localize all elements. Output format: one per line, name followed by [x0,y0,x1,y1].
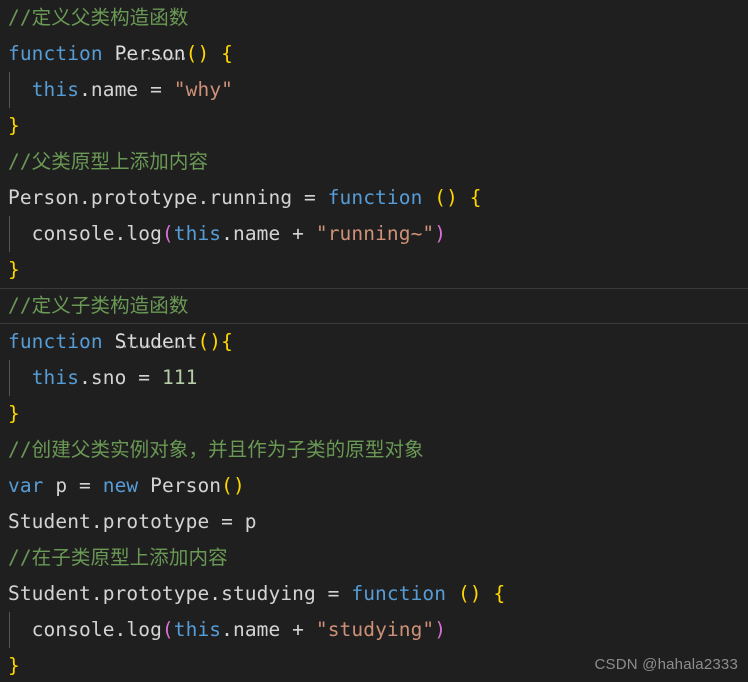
code-token: () [185,42,210,65]
code-token: //创建父类实例对象，并且作为子类的原型对象 [8,438,424,461]
code-token: ) [434,222,447,245]
code-token: console.log [8,618,162,641]
code-token: this [31,366,80,389]
code-line[interactable]: this.name = "why" [0,72,748,108]
code-token: .sno = [79,366,162,389]
code-token: Person [114,42,186,65]
code-token: function [8,330,103,353]
code-token: .name + [221,618,316,641]
code-line[interactable]: //定义子类构造函数 [0,288,748,324]
code-token: Student.prototype = p [8,510,257,533]
code-token: .name + [221,222,316,245]
code-token: () [221,474,245,497]
code-token: Person [138,474,222,497]
code-line[interactable]: Student.prototype = p [0,504,748,540]
code-token: Student.prototype.studying = [8,582,352,605]
code-line[interactable]: } [0,252,748,288]
code-token: function [327,186,423,209]
code-token: { [469,186,482,209]
code-token: } [8,654,20,677]
code-line[interactable]: this.sno = 111 [0,360,748,396]
code-token: ( [161,222,174,245]
code-token: this [173,222,222,245]
code-line[interactable]: //创建父类实例对象，并且作为子类的原型对象 [0,432,748,468]
code-token: .name = [79,78,174,101]
code-token: } [8,258,20,281]
code-token: () [434,186,458,209]
code-content-area[interactable]: //定义父类构造函数 function Person() { this.name … [0,0,748,682]
code-token: p = [43,474,103,497]
code-token: 111 [161,366,198,389]
code-token: "running~" [315,222,435,245]
code-token: ( [161,618,174,641]
code-token: var [8,474,44,497]
code-token: } [8,402,20,425]
code-line[interactable]: function Student(){ [0,324,748,360]
code-token: "why" [173,78,233,101]
code-line[interactable]: var p = new Person() [0,468,748,504]
code-line[interactable]: //在子类原型上添加内容 [0,540,748,576]
code-token: this [173,618,222,641]
code-token: () [197,330,222,353]
code-token: //定义子类构造函数 [8,294,189,317]
code-token: () [457,582,482,605]
code-token: this [31,78,80,101]
code-line[interactable]: console.log(this.name + "running~") [0,216,748,252]
watermark-label: CSDN @hahala2333 [594,656,738,673]
code-line[interactable]: //父类原型上添加内容 [0,144,748,180]
code-line[interactable]: } [0,108,748,144]
code-token: { [221,42,233,65]
code-token: ) [434,618,447,641]
code-token: "studying" [315,618,435,641]
code-token: function [8,42,103,65]
code-line[interactable]: //定义父类构造函数 [0,0,748,36]
code-line[interactable]: Student.prototype.studying = function ()… [0,576,748,612]
code-token: { [493,582,506,605]
code-token: //在子类原型上添加内容 [8,546,228,569]
code-line[interactable]: function Person() { [0,36,748,72]
code-token: function [351,582,447,605]
code-token: } [8,114,20,137]
code-token: Person.prototype.running = [8,186,328,209]
code-line[interactable]: Person.prototype.running = function () { [0,180,748,216]
code-token: Student [114,330,198,353]
code-editor[interactable]: //定义父类构造函数 function Person() { this.name … [0,0,748,682]
code-token: //父类原型上添加内容 [8,150,209,173]
code-token: new [102,474,139,497]
code-line[interactable]: console.log(this.name + "studying") [0,612,748,648]
code-token: console.log [8,222,162,245]
code-token: //定义父类构造函数 [8,6,189,29]
code-line[interactable]: } [0,396,748,432]
code-token: { [221,330,233,353]
